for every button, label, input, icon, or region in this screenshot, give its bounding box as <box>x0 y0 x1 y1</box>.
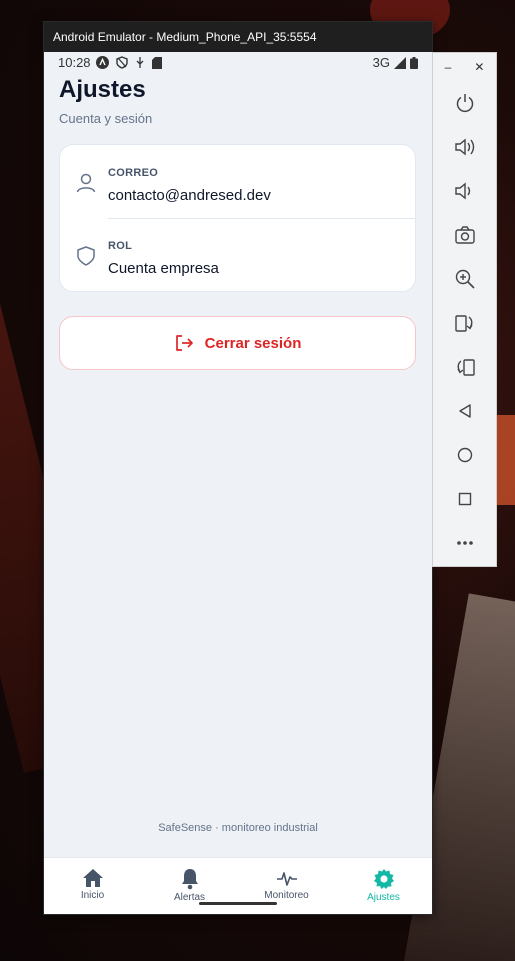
volume-up-icon <box>454 138 474 156</box>
gear-icon <box>373 869 394 889</box>
status-time: 10:28 <box>58 55 91 70</box>
close-icon[interactable]: ✕ <box>474 60 484 74</box>
nav-label-inicio: Inicio <box>80 890 105 901</box>
email-row: CORREO contacto@andresed.dev <box>60 145 415 217</box>
bottom-navigation: Inicio Alertas Monitoreo Ajustes <box>44 857 432 914</box>
nav-item-monitoreo[interactable]: Monitoreo <box>238 858 335 914</box>
zoom-button[interactable] <box>433 257 496 301</box>
notification-a-icon <box>96 56 109 69</box>
page-title: Ajustes <box>59 76 146 103</box>
volume-down-icon <box>454 182 470 200</box>
nav-item-alertas[interactable]: Alertas <box>141 858 238 914</box>
role-value: Cuenta empresa <box>108 260 219 277</box>
nav-label-monitoreo: Monitoreo <box>264 890 309 901</box>
back-icon <box>458 404 471 418</box>
rotate-right-button[interactable] <box>433 345 496 389</box>
settings-screen: Ajustes Cuenta y sesión CORREO contacto@… <box>44 72 432 858</box>
gesture-handle[interactable] <box>199 902 277 905</box>
overview-icon <box>458 492 471 506</box>
email-label: CORREO <box>108 167 159 179</box>
shield-status-icon <box>116 56 128 69</box>
zoom-icon <box>455 269 475 289</box>
signal-icon <box>394 56 406 69</box>
emulator-toolbar: – ✕ <box>432 52 497 567</box>
usb-icon <box>136 57 144 68</box>
email-value: contacto@andresed.dev <box>108 187 271 204</box>
volume-down-button[interactable] <box>433 169 496 213</box>
emulator-window: Android Emulator - Medium_Phone_API_35:5… <box>43 21 433 915</box>
minimize-icon[interactable]: – <box>445 60 452 74</box>
page-subtitle: Cuenta y sesión <box>59 111 153 126</box>
home-circle-icon <box>457 447 472 463</box>
logout-icon <box>175 335 193 351</box>
account-card: CORREO contacto@andresed.dev ROL Cuenta … <box>59 144 416 292</box>
pulse-icon <box>276 872 297 886</box>
bell-icon <box>181 869 198 890</box>
sd-card-icon <box>152 56 162 69</box>
more-button[interactable] <box>433 521 496 565</box>
camera-icon <box>454 226 475 244</box>
nav-item-ajustes[interactable]: Ajustes <box>335 858 432 914</box>
logout-button[interactable]: Cerrar sesión <box>59 316 416 370</box>
home-button[interactable] <box>433 433 496 477</box>
network-type: 3G <box>372 55 390 70</box>
user-icon <box>76 173 96 193</box>
nav-item-inicio[interactable]: Inicio <box>44 858 141 914</box>
power-button[interactable] <box>433 81 496 125</box>
overview-button[interactable] <box>433 477 496 521</box>
power-icon <box>456 94 473 113</box>
rotate-left-icon <box>454 315 473 332</box>
window-title: Android Emulator - Medium_Phone_API_35:5… <box>44 22 432 52</box>
rotate-left-button[interactable] <box>433 301 496 345</box>
rotate-right-icon <box>456 359 475 376</box>
screenshot-button[interactable] <box>433 213 496 257</box>
battery-icon <box>410 56 418 69</box>
back-button[interactable] <box>433 389 496 433</box>
nav-label-ajustes: Ajustes <box>367 892 400 903</box>
shield-icon <box>77 246 95 266</box>
android-status-bar: 10:28 3G <box>44 52 432 72</box>
volume-up-button[interactable] <box>433 125 496 169</box>
more-icon <box>456 541 473 545</box>
role-row: ROL Cuenta empresa <box>60 218 415 290</box>
role-label: ROL <box>108 240 133 252</box>
app-footer-note: SafeSense · monitoreo industrial <box>158 822 318 834</box>
home-icon <box>82 869 103 887</box>
logout-label: Cerrar sesión <box>204 334 302 352</box>
